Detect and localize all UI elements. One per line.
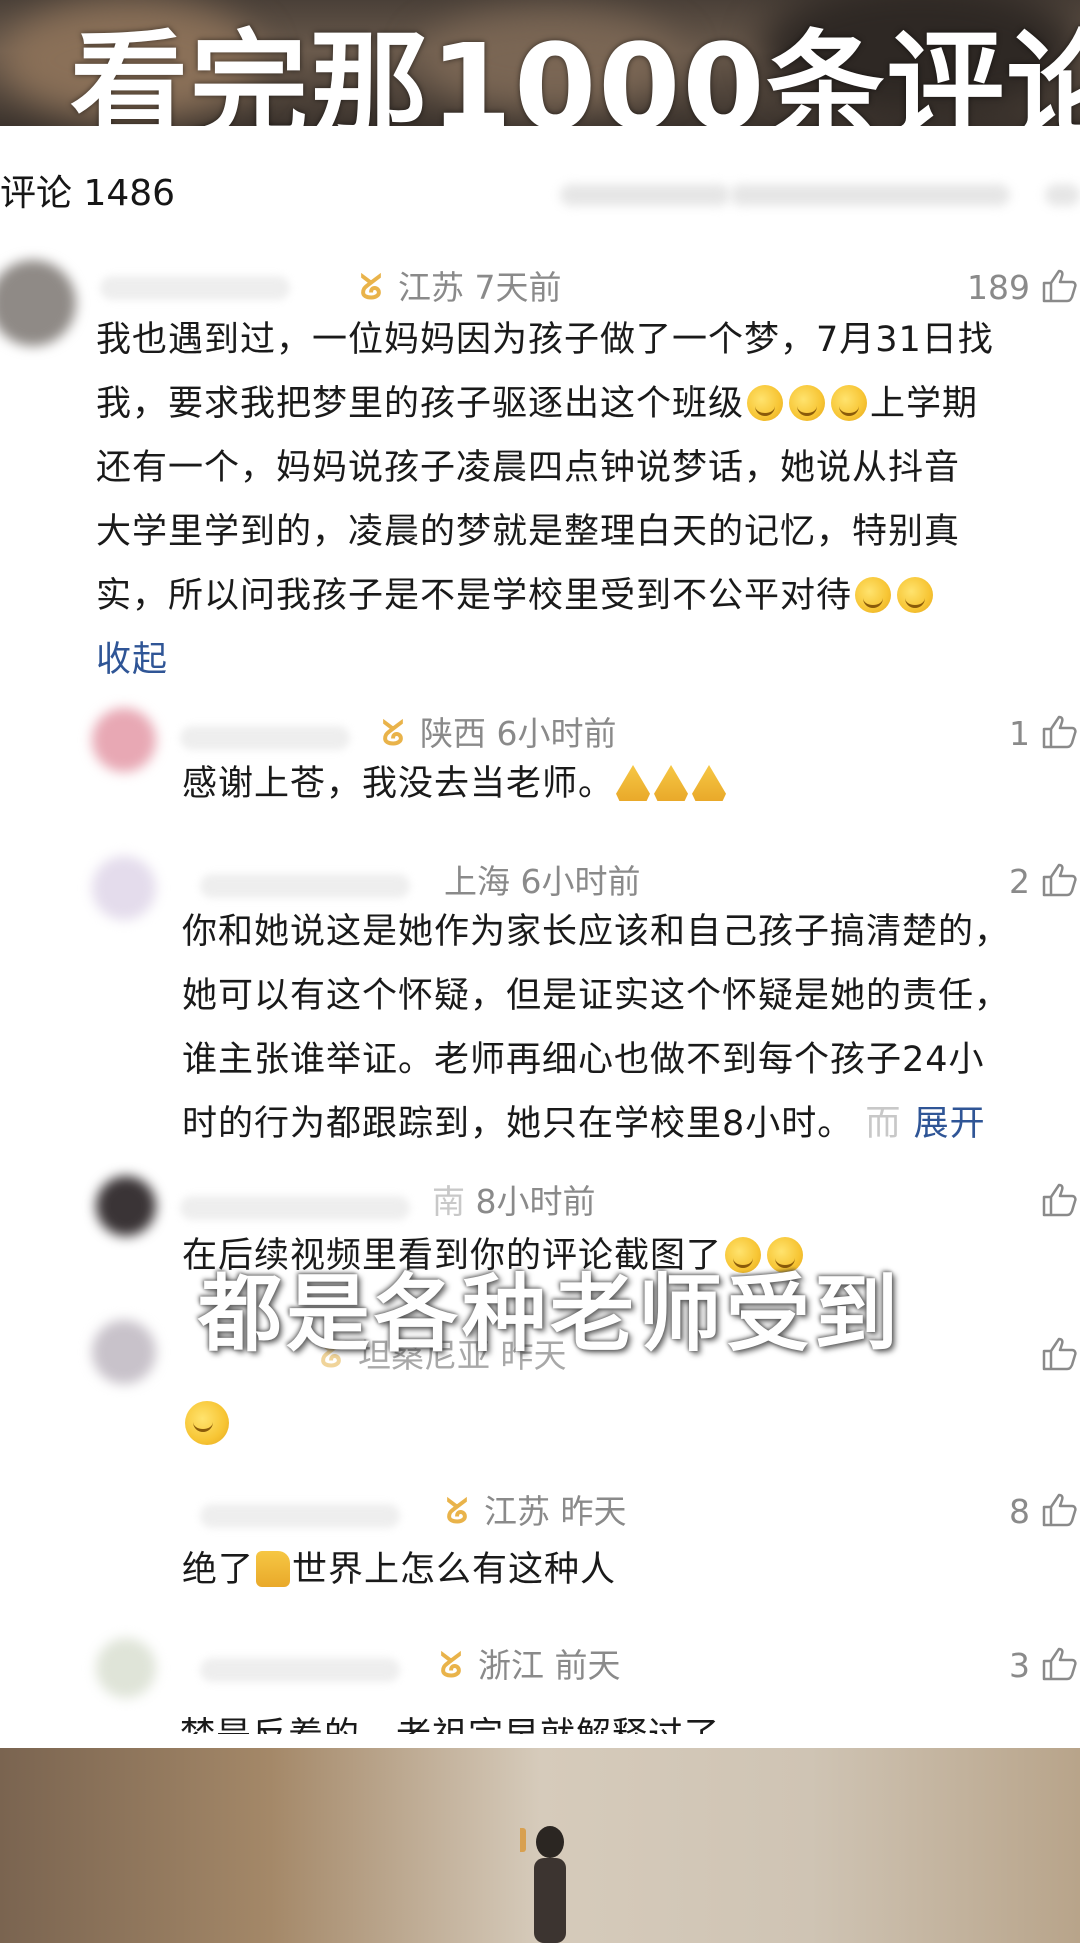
comment-meta: 上海 6小时前: [444, 862, 641, 901]
collapse-link[interactable]: 收起: [96, 628, 994, 692]
like-icon: [1042, 863, 1077, 897]
comment-text: 感谢上苍，我没去当老师。: [182, 752, 728, 816]
video-top: 看完那1000条评论: [0, 0, 1080, 128]
video-bottom: [0, 1748, 1080, 1943]
comment-line: 感谢上苍，我没去当老师。: [182, 764, 615, 804]
username[interactable]: [200, 874, 410, 898]
comment-meta: ᘜ 陕西 6小时前: [382, 714, 617, 754]
crying-laughing-emoji: [855, 577, 892, 613]
medal-icon: ᘜ: [446, 1492, 468, 1532]
comment-item[interactable]: ᘜ 江苏 7天前 189 我也遇到过，一位妈妈因为孩子做了一个梦，7月31日找 我…: [0, 256, 1080, 686]
reply-item[interactable]: 上海 6小时前 2 你和她说这是她作为家长应该和自己孩子搞清楚的， 她可以有这个…: [0, 856, 1080, 1146]
comment-line: 实，所以问我孩子是不是学校里受到不公平对待: [96, 564, 994, 628]
comment-line: 她可以有这个怀疑，但是证实这个怀疑是她的责任，: [182, 976, 1011, 1016]
like-icon: [1042, 1337, 1077, 1371]
crying-laughing-emoji: [897, 577, 934, 613]
avatar[interactable]: [92, 856, 156, 920]
comment-meta: ᘜ 江苏 昨天: [446, 1492, 627, 1532]
comment-text: [182, 1396, 232, 1460]
like-button[interactable]: 8: [1009, 1492, 1080, 1532]
thumbs-up-emoji: [256, 1551, 291, 1587]
like-icon: [1042, 1493, 1077, 1527]
header-blur: [560, 184, 730, 206]
comment-line: 我，要求我把梦里的孩子驱逐出这个班级 上学期: [96, 384, 979, 424]
like-count: 3: [1009, 1646, 1030, 1685]
like-count: 8: [1009, 1492, 1030, 1531]
crying-laughing-emoji: [185, 1401, 229, 1445]
comment-header: 评论 1486: [0, 164, 1080, 224]
avatar[interactable]: [96, 1638, 156, 1698]
video-subtitle: 都是各种老师受到: [198, 1265, 903, 1363]
comment-text: 我也遇到过，一位妈妈因为孩子做了一个梦，7月31日找 我，要求我把梦里的孩子驱逐…: [96, 308, 994, 692]
username[interactable]: [200, 1504, 400, 1528]
comment-meta: 南 8小时前: [432, 1182, 596, 1221]
comment-fragment: 绝了: [182, 1550, 255, 1590]
avatar[interactable]: [96, 1176, 156, 1236]
comment-count: 评论 1486: [0, 173, 176, 214]
comment-meta: ᘜ 浙江 前天: [440, 1646, 621, 1686]
pray-emoji: [616, 765, 651, 801]
avatar[interactable]: [0, 260, 76, 346]
like-count: 2: [1009, 862, 1030, 901]
like-icon: [1042, 1647, 1077, 1681]
username[interactable]: [100, 276, 290, 300]
comment-line: 我也遇到过，一位妈妈因为孩子做了一个梦，7月31日找: [96, 320, 994, 360]
like-button[interactable]: [1030, 1336, 1080, 1376]
crying-laughing-emoji: [789, 385, 826, 421]
header-blur: [1045, 184, 1080, 206]
avatar[interactable]: [92, 1320, 156, 1384]
comment-panel[interactable]: 评论 1486 ᘜ 江苏 7天前 189 我也遇到过，一位妈妈因为孩子做了一个梦，…: [0, 126, 1080, 1748]
comment-fragment: 世界上怎么有这种人: [292, 1550, 617, 1590]
reply-item[interactable]: ᘜ 陕西 6小时前 1 感谢上苍，我没去当老师。: [0, 698, 1080, 828]
like-button[interactable]: 2: [1009, 862, 1080, 902]
comment-line: 大学里学到的，凌晨的梦就是整理白天的记忆，特别真: [96, 512, 961, 552]
comment-line: 谁主张谁举证。老师再细心也做不到每个孩子24小: [182, 1040, 985, 1080]
comment-text: 绝了 世界上怎么有这种人: [182, 1538, 616, 1602]
username[interactable]: [180, 726, 350, 750]
comment-text-partial: 梦是反着的，老祖宗早就解释过了: [180, 1704, 720, 1734]
comment-meta: ᘜ 江苏 7天前: [360, 268, 562, 308]
like-button[interactable]: [1030, 1182, 1080, 1222]
medal-icon: ᘜ: [382, 714, 404, 754]
like-icon: [1042, 269, 1077, 303]
like-button[interactable]: 1: [1009, 714, 1080, 754]
like-count: 1: [1009, 714, 1030, 753]
comment-line: 时的行为都跟踪到，她只在学校里8小时。 而 展开: [182, 1104, 986, 1144]
like-icon: [1042, 1183, 1077, 1217]
comment-line: 还有一个，妈妈说孩子凌晨四点钟说梦话，她说从抖音: [96, 448, 961, 488]
avatar[interactable]: [92, 708, 156, 772]
like-button[interactable]: 3: [1009, 1646, 1080, 1686]
medal-icon: ᘜ: [360, 268, 382, 308]
comment-text: 你和她说这是她作为家长应该和自己孩子搞清楚的， 她可以有这个怀疑，但是证实这个怀…: [182, 900, 1010, 1156]
video-title: 看完那1000条评论: [70, 18, 1080, 128]
username[interactable]: [180, 1196, 410, 1220]
pray-emoji: [654, 765, 689, 801]
expand-link[interactable]: 展开: [914, 1104, 986, 1144]
person-figure: [520, 1826, 566, 1943]
medal-icon: ᘜ: [440, 1646, 462, 1686]
crying-laughing-emoji: [747, 385, 784, 421]
like-button[interactable]: 189: [967, 268, 1080, 308]
username[interactable]: [200, 1658, 400, 1682]
comment-line: 你和她说这是她作为家长应该和自己孩子搞清楚的，: [182, 912, 1011, 952]
like-icon: [1042, 715, 1077, 749]
like-count: 189: [967, 268, 1030, 307]
reply-item[interactable]: ᘜ 江苏 昨天 8 绝了 世界上怎么有这种人: [0, 1482, 1080, 1612]
pray-emoji: [692, 765, 727, 801]
header-blur: [730, 184, 1010, 206]
crying-laughing-emoji: [831, 385, 868, 421]
